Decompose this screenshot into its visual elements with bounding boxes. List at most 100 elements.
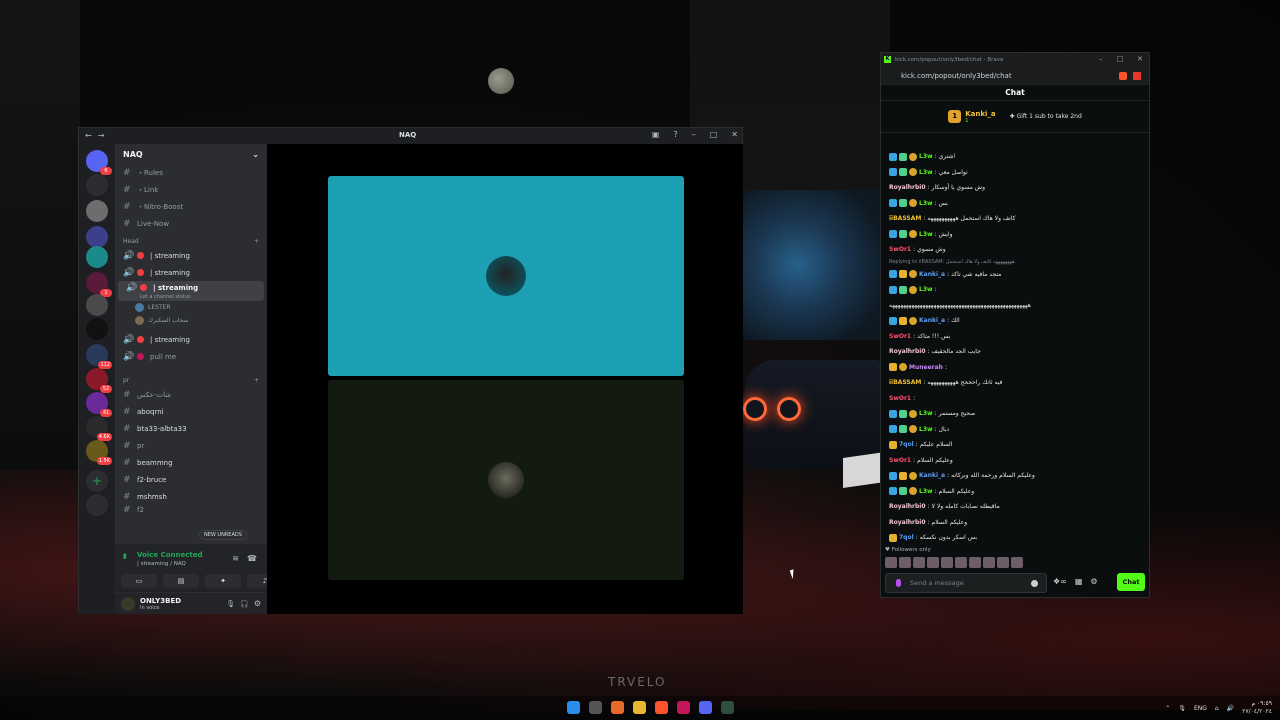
chat-message[interactable]: Kanki_a: متجد مافيه شي تاكد <box>881 267 1149 283</box>
server-icon[interactable] <box>86 294 108 316</box>
disconnect-icon[interactable]: ☎ <box>247 554 257 563</box>
emote[interactable] <box>997 557 1009 568</box>
file-explorer-icon[interactable] <box>633 701 646 714</box>
app-icon[interactable] <box>589 701 602 714</box>
server-icon[interactable] <box>86 226 108 248</box>
mic-icon[interactable] <box>896 579 901 587</box>
emote[interactable] <box>941 557 953 568</box>
channel-live-now[interactable]: # Live-Now <box>115 215 267 232</box>
chat-message[interactable]: Royalhrbi0: وعليكم السلام <box>881 515 1149 531</box>
app-icon[interactable] <box>721 701 734 714</box>
chat-username[interactable]: SwOr1 <box>889 395 911 402</box>
chat-message[interactable]: Royalhrbi0: ماقيطله نصابات كامله ولا لا <box>881 499 1149 515</box>
chat-message[interactable]: SwOr1: وعليكم السلام <box>881 453 1149 469</box>
brave-rewards-icon[interactable] <box>1133 72 1141 80</box>
add-channel-icon[interactable]: + <box>254 238 259 245</box>
headphones-icon[interactable]: 🎧 <box>240 600 249 608</box>
top-gifter-name[interactable]: Kanki_a <box>965 110 995 118</box>
gift-icon[interactable]: ▦ <box>1075 577 1083 586</box>
chat-message[interactable]: SwOr1: بس !!! متاكد <box>881 329 1149 345</box>
close-icon[interactable]: ✕ <box>731 130 738 139</box>
settings-gear-icon[interactable]: ⚙ <box>254 599 261 608</box>
chat-username[interactable]: SwOr1 <box>889 333 911 340</box>
forward-arrow-icon[interactable]: → <box>98 131 105 140</box>
maximize-icon[interactable]: □ <box>1117 55 1124 63</box>
chat-message[interactable]: L3w: تواصل معي <box>881 165 1149 181</box>
chat-message[interactable]: Royalhrbi0: وش مسوي يا أوسكار <box>881 180 1149 196</box>
voice-connected-label[interactable]: Voice Connected <box>137 551 203 559</box>
avatar[interactable] <box>121 596 135 611</box>
minimize-icon[interactable]: – <box>1099 55 1103 63</box>
discord-home-icon[interactable]: 6 <box>86 150 112 175</box>
chat-message[interactable]: Muneerah: <box>881 360 1149 376</box>
server-icon[interactable]: 52 <box>86 368 112 393</box>
participant-tile[interactable] <box>328 380 684 580</box>
settings-gear-icon[interactable]: ⚙ <box>1090 577 1097 586</box>
new-unreads-pill[interactable]: NEW UNREADS <box>199 530 247 540</box>
url-text[interactable]: kick.com/popout/only3bed/chat <box>901 72 1012 80</box>
camera-button[interactable]: ▭ <box>121 574 157 588</box>
app-icon[interactable] <box>677 701 690 714</box>
voice-channel[interactable]: 🔊 | streaming <box>115 264 267 281</box>
chat-message[interactable]: L3w: دبال <box>881 422 1149 438</box>
emote[interactable] <box>955 557 967 568</box>
chat-username[interactable]: L3w <box>919 169 933 176</box>
chevron-down-icon[interactable]: ⌄ <box>252 150 259 159</box>
channel-nitro-boost[interactable]: # ・Nitro-Boost <box>115 198 267 215</box>
inbox-icon[interactable]: ▣ <box>652 130 660 139</box>
discover-icon[interactable] <box>86 494 108 516</box>
chat-message[interactable]: Kanki_a: وعليكم السلام ورحمة الله وبركاته <box>881 468 1149 484</box>
emote[interactable] <box>983 557 995 568</box>
chat-input[interactable]: Send a message <box>885 573 1047 593</box>
chat-username[interactable]: Muneerah <box>909 364 943 371</box>
text-channel[interactable]: # bta33-albta33 <box>115 420 267 437</box>
language-indicator[interactable]: ENG <box>1194 705 1207 712</box>
chat-username[interactable]: 7qol <box>899 441 914 448</box>
chat-username[interactable]: Kanki_a <box>919 472 945 479</box>
start-menu-icon[interactable] <box>567 701 580 714</box>
channel-rules[interactable]: # ・Rules <box>115 164 267 181</box>
activities-button[interactable]: ✦ <box>205 574 241 588</box>
chat-username[interactable]: L3w <box>919 410 933 417</box>
emote[interactable] <box>927 557 939 568</box>
chat-message[interactable]: Kanki_a: الك <box>881 313 1149 329</box>
chat-message[interactable]: SwOr1: <box>881 391 1149 407</box>
voice-channel[interactable]: 🔊 | streaming <box>115 247 267 264</box>
voice-channel[interactable]: 🔊 | streaming <box>115 331 267 348</box>
server-icon[interactable]: 112 <box>86 344 112 369</box>
voice-user[interactable]: LESTER <box>115 301 267 314</box>
chat-message[interactable]: L3w: وعليكم السلام <box>881 484 1149 500</box>
back-arrow-icon[interactable]: ← <box>85 131 92 140</box>
emote[interactable] <box>885 557 897 568</box>
chat-username[interactable]: 7qol <box>899 534 914 541</box>
text-channel[interactable]: # pr <box>115 437 267 454</box>
gift-sub-prompt[interactable]: ✚ Gift 1 sub to take 2nd <box>1010 113 1082 120</box>
app-icon[interactable] <box>611 701 624 714</box>
emote[interactable] <box>969 557 981 568</box>
emote[interactable] <box>913 557 925 568</box>
chat-username[interactable]: L3w <box>919 488 933 495</box>
chat-username[interactable]: Royalhrbi0 <box>889 184 926 191</box>
chat-message[interactable]: هههههههههههههههههههههههههههههههههههههههه… <box>881 298 1149 314</box>
server-icon[interactable]: 41 <box>86 392 112 417</box>
text-channel[interactable]: # mshmsh <box>115 488 267 505</box>
close-icon[interactable]: ✕ <box>1137 55 1143 63</box>
text-channel[interactable]: # f2-bruce <box>115 471 267 488</box>
chat-message[interactable]: L3w: <box>881 282 1149 298</box>
username[interactable]: ONLY3BED <box>140 597 181 605</box>
add-channel-icon[interactable]: + <box>254 377 259 384</box>
channel-link[interactable]: # ・Link <box>115 181 267 198</box>
chat-username[interactable]: SwOr1 <box>889 246 911 253</box>
brave-shield-icon[interactable] <box>1119 72 1127 80</box>
chat-username[interactable]: L3w <box>919 231 933 238</box>
category-pr[interactable]: pr + <box>115 371 267 386</box>
chat-message[interactable]: SwOr1: وش مسوي <box>881 242 1149 258</box>
chat-message[interactable]: L3w: بس <box>881 196 1149 212</box>
microphone-icon[interactable]: 🎙 <box>1178 705 1186 712</box>
chat-message[interactable]: iiBASSAM: فيه ثانك راحححح ههههههههههه <box>881 375 1149 391</box>
discord-icon[interactable] <box>699 701 712 714</box>
help-icon[interactable]: ? <box>673 130 677 139</box>
voice-location[interactable]: | streaming / NAQ <box>137 561 186 567</box>
microphone-icon[interactable]: 🎙 <box>226 600 235 608</box>
chat-message[interactable]: iiBASSAM: كاتف ولا هاك استحمل ههههههههههه <box>881 211 1149 227</box>
